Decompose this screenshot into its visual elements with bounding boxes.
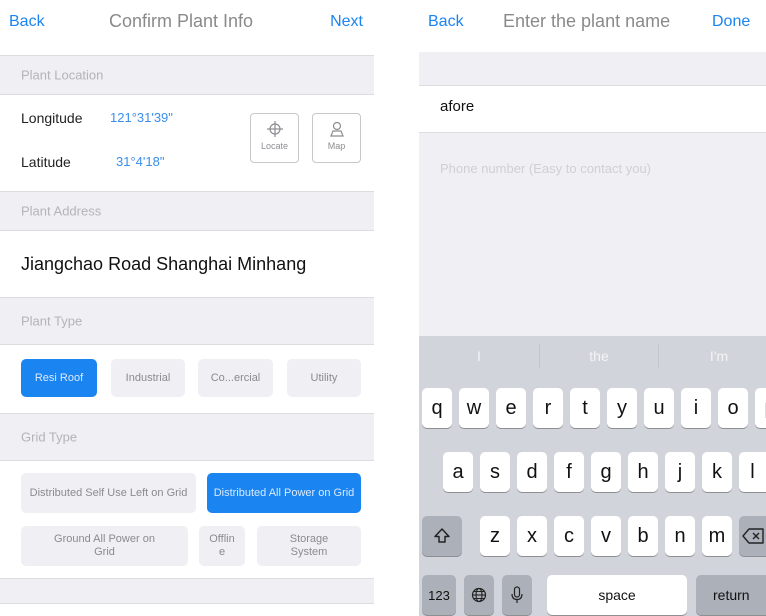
key-z[interactable]: z: [480, 516, 510, 556]
key-p[interactable]: p: [755, 388, 766, 428]
section-header: Grid Type: [21, 429, 78, 445]
key-k[interactable]: k: [702, 452, 732, 492]
map-label: Map: [327, 141, 346, 151]
section-header: Plant Address: [21, 203, 102, 219]
space-key[interactable]: space: [547, 575, 687, 615]
grid-type-option-storage[interactable]: Storage System: [257, 526, 361, 566]
key-i[interactable]: i: [681, 388, 711, 428]
back-button[interactable]: Back: [428, 13, 464, 31]
enter-plant-name-screen: Back Enter the plant name Done afore Pho…: [419, 0, 766, 616]
keyboard: I the I'm q w e r t y u i o p a s d f g …: [419, 336, 766, 616]
plant-type-option-resi-roof[interactable]: Resi Roof: [21, 359, 97, 397]
grid-type-option-ground[interactable]: Ground All Power on Grid: [21, 526, 188, 566]
key-q[interactable]: q: [422, 388, 452, 428]
grid-type-option-offline[interactable]: Offlin e: [199, 526, 245, 566]
key-s[interactable]: s: [480, 452, 510, 492]
numbers-key[interactable]: 123: [422, 575, 456, 615]
key-j[interactable]: j: [665, 452, 695, 492]
crosshair-icon: [266, 121, 283, 137]
key-r[interactable]: r: [533, 388, 563, 428]
phone-input[interactable]: Phone number (Easy to contact you): [440, 161, 651, 176]
key-a[interactable]: a: [443, 452, 473, 492]
suggestion-2[interactable]: the: [540, 336, 658, 376]
shift-key[interactable]: [422, 516, 462, 556]
latitude-value: 31°4'18": [116, 154, 165, 169]
dictation-key[interactable]: [502, 575, 532, 615]
top-spacer: [419, 52, 766, 86]
nav-bar: Back Enter the plant name Done: [419, 0, 766, 46]
plant-type-option-commercial[interactable]: Co...ercial: [198, 359, 273, 397]
suggestion-1[interactable]: I: [419, 336, 539, 376]
key-n[interactable]: n: [665, 516, 695, 556]
locate-label: Locate: [260, 141, 289, 151]
delete-key[interactable]: [739, 516, 766, 556]
plant-address-value[interactable]: Jiangchao Road Shanghai Minhang: [21, 254, 306, 275]
section-footer: [0, 578, 374, 604]
key-u[interactable]: u: [644, 388, 674, 428]
key-v[interactable]: v: [591, 516, 621, 556]
longitude-label: Longitude: [21, 110, 83, 126]
key-l[interactable]: l: [739, 452, 766, 492]
section-plant-address: Plant Address: [0, 191, 374, 231]
section-plant-location: Plant Location: [0, 55, 374, 95]
suggestion-3[interactable]: I'm: [659, 336, 766, 376]
nav-bar: Back Confirm Plant Info Next: [0, 0, 374, 46]
key-t[interactable]: t: [570, 388, 600, 428]
latitude-label: Latitude: [21, 154, 71, 170]
key-m[interactable]: m: [702, 516, 732, 556]
key-e[interactable]: e: [496, 388, 526, 428]
next-button[interactable]: Next: [330, 13, 363, 31]
microphone-icon: [511, 586, 523, 603]
plant-type-option-industrial[interactable]: Industrial: [111, 359, 185, 397]
grid-type-option-all-power[interactable]: Distributed All Power on Grid: [207, 473, 361, 513]
backspace-icon: [742, 528, 764, 544]
longitude-value: 121°31'39": [110, 110, 173, 125]
key-w[interactable]: w: [459, 388, 489, 428]
done-button[interactable]: Done: [712, 13, 750, 31]
plant-name-input[interactable]: afore: [440, 98, 474, 115]
key-b[interactable]: b: [628, 516, 658, 556]
map-button[interactable]: Map: [312, 113, 361, 163]
key-f[interactable]: f: [554, 452, 584, 492]
section-plant-type: Plant Type: [0, 297, 374, 345]
grid-type-option-self-use[interactable]: Distributed Self Use Left on Grid: [21, 473, 196, 513]
globe-icon: [471, 587, 487, 603]
key-h[interactable]: h: [628, 452, 658, 492]
key-x[interactable]: x: [517, 516, 547, 556]
plant-type-option-utility[interactable]: Utility: [287, 359, 361, 397]
key-c[interactable]: c: [554, 516, 584, 556]
return-key[interactable]: return: [696, 575, 766, 615]
map-pin-icon: [329, 121, 344, 137]
locate-button[interactable]: Locate: [250, 113, 299, 163]
back-button[interactable]: Back: [9, 13, 45, 31]
key-y[interactable]: y: [607, 388, 637, 428]
page-title: Confirm Plant Info: [109, 11, 254, 31]
section-header: Plant Location: [21, 67, 104, 83]
key-g[interactable]: g: [591, 452, 621, 492]
page-title: Enter the plant name: [503, 11, 671, 31]
key-o[interactable]: o: [718, 388, 748, 428]
section-header: Plant Type: [21, 313, 83, 329]
shift-icon: [434, 528, 450, 543]
section-grid-type: Grid Type: [0, 413, 374, 461]
globe-key[interactable]: [464, 575, 494, 615]
key-d[interactable]: d: [517, 452, 547, 492]
confirm-plant-info-screen: Back Confirm Plant Info Next Plant Locat…: [0, 0, 374, 616]
